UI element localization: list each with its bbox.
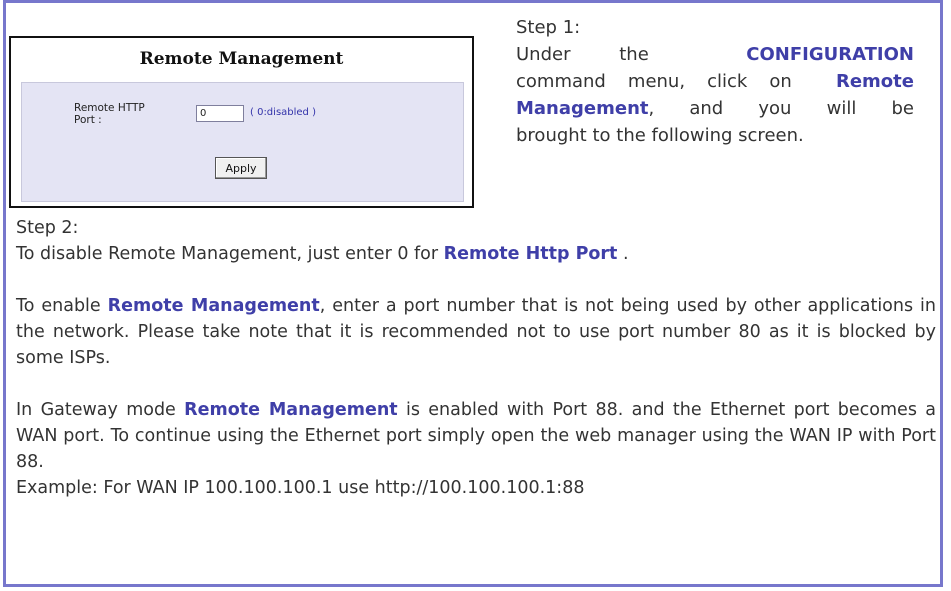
step2-text: Step 2: To disable Remote Management, ju… bbox=[16, 215, 936, 501]
configuration-highlight: CONFIGURATION bbox=[746, 44, 914, 65]
step1-line3-text: , and you will be bbox=[648, 98, 915, 119]
gateway-paragraph: In Gateway mode Remote Management is ena… bbox=[16, 397, 936, 475]
remote-http-port-label: Remote HTTP Port : bbox=[74, 102, 145, 126]
step1-line1: Under the CONFIGURATION bbox=[516, 41, 914, 68]
disable-text: To disable Remote Management, just enter… bbox=[16, 244, 444, 264]
remote-http-port-input[interactable] bbox=[196, 105, 244, 122]
step2-heading: Step 2: bbox=[16, 218, 79, 238]
example-line: Example: For WAN IP 100.100.100.1 use ht… bbox=[16, 478, 585, 498]
enable-paragraph: To enable Remote Management, enter a por… bbox=[16, 293, 936, 371]
step1-line3: Management, and you will be bbox=[516, 95, 914, 122]
settings-panel: Remote HTTP Port : ( 0:disabled ) Apply bbox=[21, 82, 464, 202]
step1-line2: command menu, click on Remote bbox=[516, 68, 914, 95]
screenshot-title: Remote Management bbox=[139, 49, 344, 69]
step1-line4: brought to the following screen. bbox=[516, 125, 804, 146]
remote-highlight: Remote bbox=[835, 71, 914, 92]
gateway-text: In Gateway mode bbox=[16, 400, 185, 420]
enable-text: To enable bbox=[16, 296, 108, 316]
content-frame: Remote Management Remote HTTP Port : ( 0… bbox=[3, 0, 943, 587]
remote-management-screenshot: Remote Management Remote HTTP Port : ( 0… bbox=[9, 36, 474, 208]
port-hint: ( 0:disabled ) bbox=[250, 107, 316, 118]
step1-text: Step 1: Under the CONFIGURATION command … bbox=[516, 14, 914, 149]
remote-http-port-highlight: Remote Http Port bbox=[443, 244, 618, 264]
gateway-remote-management-highlight: Remote Management bbox=[184, 400, 398, 420]
disable-paragraph: To disable Remote Management, just enter… bbox=[16, 241, 936, 267]
step1-line1-text: Under the bbox=[516, 44, 649, 65]
management-highlight: Management bbox=[516, 98, 649, 119]
remote-management-highlight: Remote Management bbox=[107, 296, 320, 316]
disable-end: . bbox=[617, 244, 629, 264]
step1-line2-text: command menu, click on bbox=[516, 71, 792, 92]
apply-button[interactable]: Apply bbox=[215, 157, 267, 179]
step1-heading: Step 1: bbox=[516, 17, 581, 38]
